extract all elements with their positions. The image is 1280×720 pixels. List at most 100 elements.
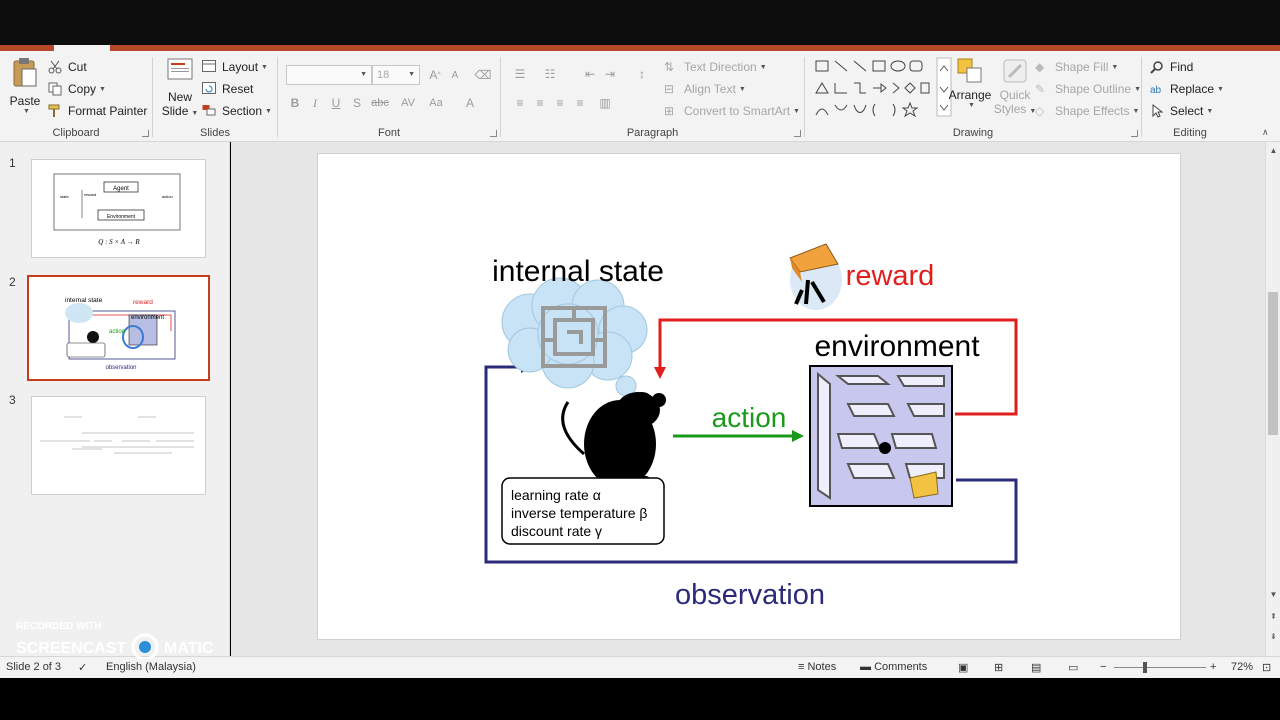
- text-direction-button[interactable]: ⇅ Text Direction ▼: [664, 57, 767, 77]
- layout-button[interactable]: Layout ▼: [202, 57, 268, 77]
- font-color-label: A: [465, 96, 474, 110]
- shape-effects-button[interactable]: ◇ Shape Effects ▼: [1035, 101, 1139, 121]
- shapes-gallery[interactable]: [813, 57, 953, 119]
- quick-styles-icon: [1003, 59, 1027, 83]
- arrange-button[interactable]: Arrange ▼: [945, 57, 995, 121]
- font-family-combo[interactable]: ▼: [286, 65, 372, 85]
- align-text-button[interactable]: ⊟ Align Text ▼: [664, 79, 746, 99]
- convert-smartart-button[interactable]: ⊞ Convert to SmartArt ▼: [664, 101, 800, 121]
- zoom-in-button[interactable]: +: [1210, 661, 1216, 673]
- format-painter-button[interactable]: Format Painter: [48, 101, 147, 121]
- zoom-out-button[interactable]: −: [1100, 661, 1106, 673]
- shrink-font-button[interactable]: A: [446, 66, 464, 84]
- line-spacing-icon[interactable]: ↕: [633, 65, 651, 83]
- paragraph-launcher[interactable]: [794, 130, 801, 137]
- fit-to-window-icon[interactable]: ⊡: [1262, 661, 1271, 674]
- section-button[interactable]: Section ▼: [202, 101, 272, 121]
- replace-button[interactable]: ab Replace ▼: [1150, 79, 1224, 99]
- decrease-indent-icon[interactable]: ⇤: [581, 65, 599, 83]
- screencast-watermark: RECORDED WITH SCREENCAST MATIC: [14, 615, 224, 661]
- slide-sorter-icon[interactable]: ⊞: [994, 661, 1003, 674]
- columns-icon[interactable]: ▥: [596, 94, 614, 112]
- reward-label: reward: [846, 260, 935, 292]
- thumb1-environment: Environment: [107, 214, 136, 220]
- font-color-button[interactable]: A: [461, 94, 479, 112]
- slide-thumbnail-2[interactable]: internal state reward environment action…: [27, 275, 210, 381]
- character-spacing-label: AV: [401, 97, 415, 109]
- numbering-icon[interactable]: ☷: [541, 65, 559, 83]
- comments-button[interactable]: ▬ Comments: [860, 661, 927, 673]
- font-launcher[interactable]: [490, 130, 497, 137]
- bullets-icon[interactable]: ☰: [511, 65, 529, 83]
- copy-label: Copy: [68, 82, 97, 96]
- reset-label: Reset: [222, 82, 254, 96]
- notes-button[interactable]: ≡ Notes: [798, 661, 836, 673]
- bold-label: B: [290, 96, 300, 110]
- slideshow-icon[interactable]: ▭: [1068, 661, 1078, 674]
- spell-check-icon[interactable]: ✓: [78, 661, 87, 674]
- strikethrough-button[interactable]: abc: [368, 94, 392, 112]
- paste-button[interactable]: Paste ▼: [6, 57, 44, 121]
- paint-bucket-icon: ◆: [1035, 60, 1045, 74]
- zoom-level[interactable]: 72%: [1231, 661, 1253, 673]
- shape-effects-label: Shape Effects: [1055, 104, 1130, 118]
- quick-styles-button[interactable]: Quick Styles ▼: [992, 57, 1038, 121]
- scroll-up-icon[interactable]: ▲: [1266, 146, 1280, 155]
- clipboard-launcher[interactable]: [142, 130, 149, 137]
- change-case-button[interactable]: Aa: [423, 94, 449, 112]
- underline-button[interactable]: U: [327, 94, 345, 112]
- font-size-combo[interactable]: 18 ▼: [372, 65, 420, 85]
- italic-button[interactable]: I: [306, 94, 324, 112]
- replace-icon: ab: [1150, 82, 1166, 96]
- cut-button[interactable]: Cut: [48, 57, 87, 77]
- drawing-launcher[interactable]: [1131, 130, 1138, 137]
- scroll-thumb[interactable]: [1268, 292, 1278, 435]
- increase-indent-icon[interactable]: ⇥: [601, 65, 619, 83]
- shape-fill-button[interactable]: ◆ Shape Fill ▼: [1035, 57, 1118, 77]
- vertical-scrollbar[interactable]: ▲ ▼ ⇞ ⇟: [1265, 142, 1280, 656]
- reading-view-icon[interactable]: ▤: [1031, 661, 1041, 674]
- clear-formatting-icon[interactable]: ⌫: [474, 66, 492, 84]
- slide-thumbnail-1[interactable]: Agent Environment state reward action Q …: [31, 159, 206, 258]
- thumbnail-equation-3: [40, 416, 194, 454]
- grow-font-label: A: [429, 68, 438, 82]
- zoom-slider-track[interactable]: [1114, 667, 1206, 668]
- select-label: Select: [1170, 104, 1204, 118]
- scroll-down-icon[interactable]: ▼: [1266, 590, 1280, 599]
- thumb1-action: action: [162, 194, 173, 199]
- copy-button[interactable]: Copy ▼: [48, 79, 106, 99]
- character-spacing-button[interactable]: AV: [395, 94, 421, 112]
- clipboard-group: Paste ▼ Cut Copy ▼ Format Painter Clipboa…: [0, 51, 152, 142]
- normal-view-icon[interactable]: ▣: [958, 661, 968, 674]
- shape-outline-button[interactable]: ✎ Shape Outline ▼: [1035, 79, 1141, 99]
- paste-caret[interactable]: ▼: [9, 108, 44, 115]
- shadow-button[interactable]: S: [348, 94, 366, 112]
- slide-canvas[interactable]: internal state reward environment action…: [317, 153, 1181, 640]
- align-right-icon[interactable]: ≡: [551, 94, 569, 112]
- cursor-icon: [1150, 103, 1166, 118]
- reset-button[interactable]: Reset: [202, 79, 253, 99]
- find-button[interactable]: Find: [1150, 57, 1193, 77]
- find-label: Find: [1170, 60, 1194, 74]
- collapse-ribbon-icon[interactable]: ∧: [1262, 127, 1269, 138]
- zoom-slider-handle[interactable]: [1143, 662, 1147, 673]
- language-indicator[interactable]: English (Malaysia): [106, 661, 196, 673]
- paste-label: Paste: [9, 94, 41, 108]
- comments-label: Comments: [874, 661, 928, 673]
- next-slide-icon[interactable]: ⇟: [1266, 632, 1280, 641]
- bold-button[interactable]: B: [286, 94, 304, 112]
- slides-group: New Slide ▼ Layout ▼ Reset Section ▼ Slides: [153, 51, 277, 142]
- grow-font-button[interactable]: A ^: [426, 66, 444, 84]
- previous-slide-icon[interactable]: ⇞: [1266, 612, 1280, 621]
- select-button[interactable]: Select ▼: [1150, 101, 1213, 121]
- slide-thumbnail-3[interactable]: [31, 396, 206, 495]
- align-center-icon[interactable]: ≡: [531, 94, 549, 112]
- screencast-logo: RECORDED WITH SCREENCAST MATIC: [16, 621, 214, 661]
- layout-icon: [202, 60, 218, 74]
- new-slide-button[interactable]: New Slide ▼: [161, 57, 199, 121]
- align-left-icon[interactable]: ≡: [511, 94, 529, 112]
- justify-icon[interactable]: ≡: [571, 94, 589, 112]
- thumb1-agent: Agent: [113, 186, 129, 192]
- internal-state-label: internal state: [492, 255, 664, 288]
- shape-fill-label: Shape Fill: [1055, 60, 1109, 74]
